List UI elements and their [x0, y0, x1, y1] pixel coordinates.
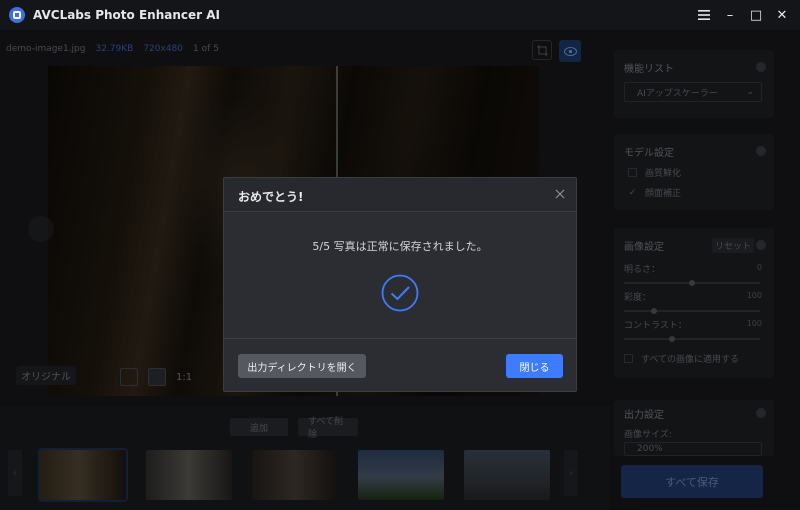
success-dialog: おめでとう! 5/5 写真は正常に保存されました。 出力ディレクトリを開く 閉じ… [223, 177, 577, 392]
close-window-button[interactable]: ✕ [770, 3, 794, 27]
dialog-header: おめでとう! [224, 178, 576, 212]
window-controls: – □ ✕ [690, 0, 794, 30]
title-bar: AVCLabs Photo Enhancer AI – □ ✕ [0, 0, 800, 30]
open-output-dir-button[interactable]: 出力ディレクトリを開く [238, 354, 366, 378]
dialog-message: 5/5 写真は正常に保存されました。 [312, 240, 488, 253]
dialog-divider [224, 338, 576, 339]
app-title: AVCLabs Photo Enhancer AI [33, 8, 220, 22]
app-window: AVCLabs Photo Enhancer AI – □ ✕ demo-ima… [0, 0, 800, 510]
close-icon[interactable] [552, 186, 568, 202]
minimize-button[interactable]: – [718, 3, 742, 27]
success-check-icon [381, 274, 419, 312]
dialog-title: おめでとう! [238, 190, 304, 204]
maximize-button[interactable]: □ [744, 3, 768, 27]
app-logo-icon [9, 7, 25, 23]
hamburger-menu-icon[interactable] [692, 3, 716, 27]
close-dialog-button[interactable]: 閉じる [506, 354, 563, 378]
